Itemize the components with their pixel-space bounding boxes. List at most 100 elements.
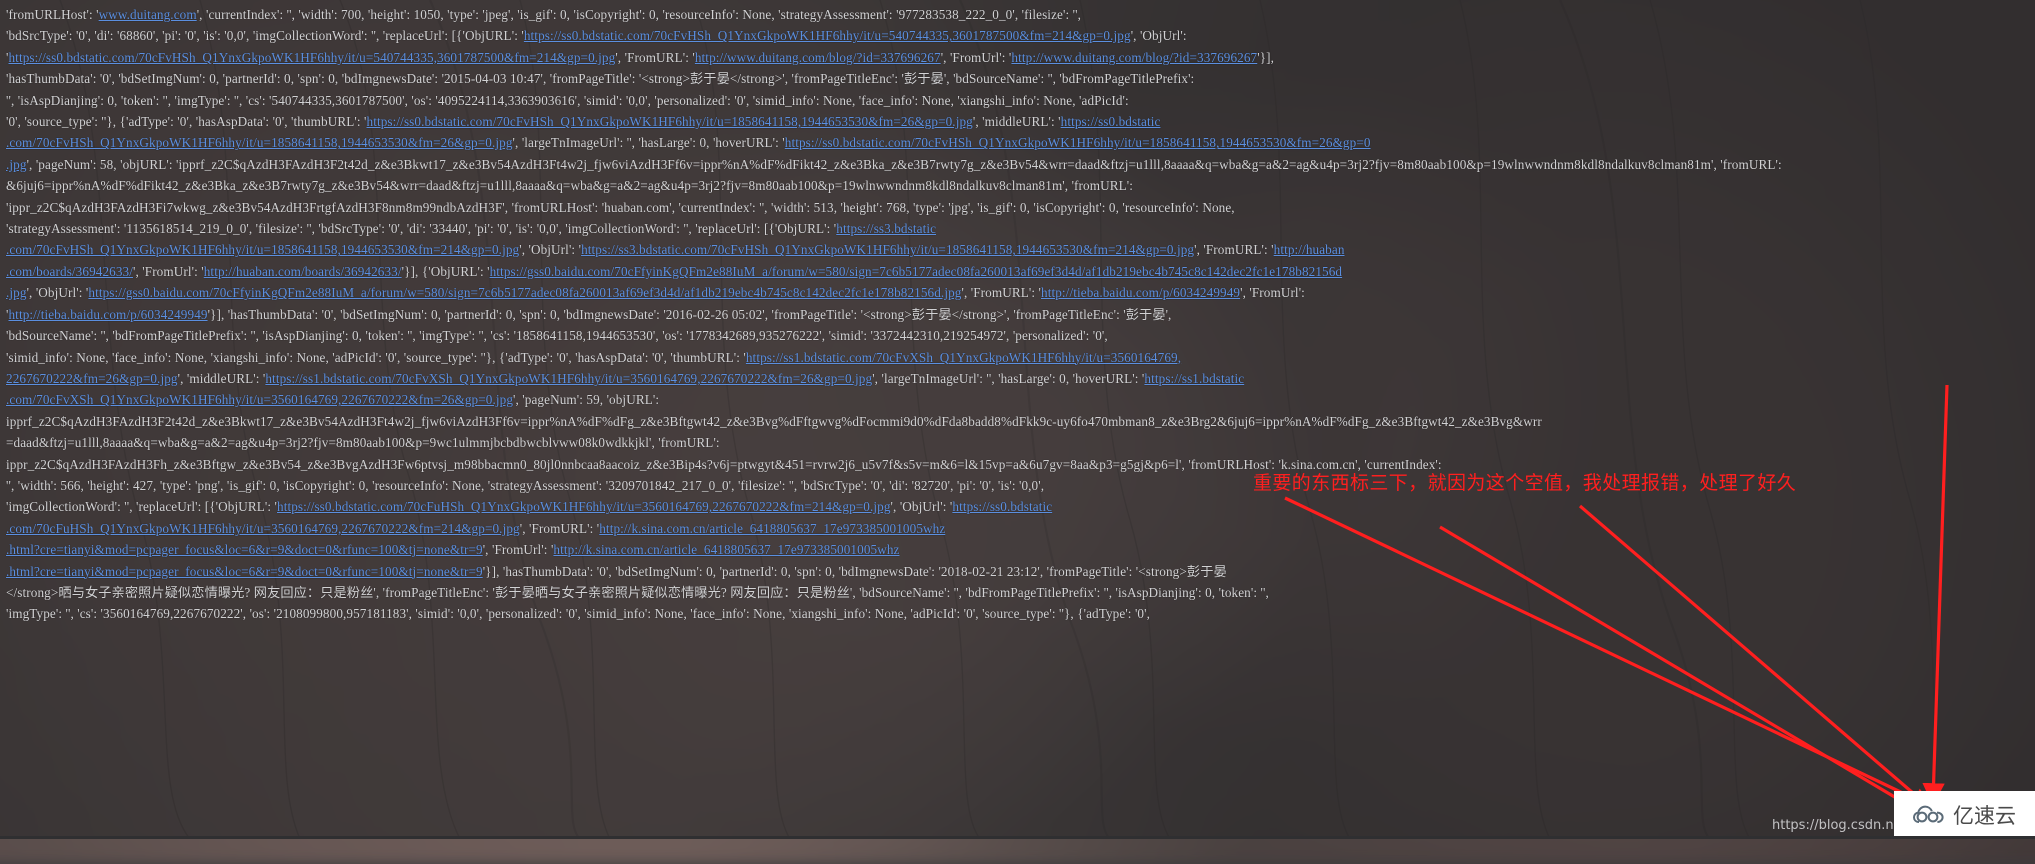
url-link[interactable]: http://k.sina.com.cn/article_6418805637_…: [599, 521, 945, 536]
console-text-run: &6juj6=ippr%nA%dF%dFikt42_z&e3Bka_z&e3B7…: [6, 178, 1133, 194]
url-link[interactable]: https://gss0.baidu.com/70cFfyinKgQFm2e88…: [88, 285, 961, 300]
console-line: 'ippr_z2C$qAzdH3FAzdH3Fi7wkwg_z&e3Bv54Az…: [6, 197, 2029, 218]
url-link[interactable]: .jpg: [6, 285, 27, 300]
console-text-run: ipprf_z2C$qAzdH3FAzdH3F2t42d_z&e3Bkwt17_…: [6, 413, 1542, 429]
console-line: 'bdSourceName': '', 'bdFromPageTitlePref…: [6, 325, 2029, 346]
url-link[interactable]: .com/70cFuHSh_Q1YnxGkpoWK1HF6hhy/it/u=35…: [6, 521, 520, 536]
url-link[interactable]: https://ss0.bdstatic.com/70cFvHSh_Q1YnxG…: [785, 135, 1371, 150]
console-line: '0', 'source_type': ''}, {'adType': '0',…: [6, 111, 2029, 132]
console-line: 'bdSrcType': '0', 'di': '68860', 'pi': '…: [6, 25, 2029, 46]
console-text-run: ', 'pageNum': 59, 'objURL':: [513, 392, 660, 408]
console-line: 'imgType': '', 'cs': '3560164769,2267670…: [6, 603, 2029, 624]
console-text-run: '}], 'hasThumbData': '0', 'bdSetImgNum':…: [207, 306, 1172, 322]
console-line: .com/70cFvHSh_Q1YnxGkpoWK1HF6hhy/it/u=18…: [6, 132, 2029, 153]
console-line: .com/70cFvHSh_Q1YnxGkpoWK1HF6hhy/it/u=18…: [6, 239, 2029, 260]
url-link[interactable]: http://k.sina.com.cn/article_6418805637_…: [553, 542, 899, 557]
url-link[interactable]: http://www.duitang.com/blog/?id=33769626…: [695, 50, 941, 65]
url-link[interactable]: www.duitang.com: [99, 7, 197, 22]
url-link[interactable]: .jpg: [6, 157, 27, 172]
url-link[interactable]: .com/boards/36942633/: [6, 264, 133, 279]
console-text-run: 'bdSrcType': '0', 'di': '68860', 'pi': '…: [6, 28, 524, 44]
console-line: 'strategyAssessment': '1135618514_219_0_…: [6, 218, 2029, 239]
console-text-run: 'hasThumbData': '0', 'bdSetImgNum': 0, '…: [6, 71, 1195, 87]
console-text-run: 'bdSourceName': '', 'bdFromPageTitlePref…: [6, 328, 1108, 344]
console-line: 'imgCollectionWord': '', 'replaceUrl': […: [6, 496, 2029, 517]
console-line: '', 'isAspDianjing': 0, 'token': '', 'im…: [6, 90, 2029, 111]
console-text-run: ', 'largeTnImageUrl': '', 'hasLarge': 0,…: [512, 135, 785, 151]
console-text-run: 'strategyAssessment': '1135618514_219_0_…: [6, 221, 837, 237]
console-line: .com/70cFuHSh_Q1YnxGkpoWK1HF6hhy/it/u=35…: [6, 518, 2029, 539]
console-text-run: =daad&ftzj=u1lll,8aaaa&q=wba&g=a&2=ag&u4…: [6, 435, 720, 451]
url-link[interactable]: https://ss0.bdstatic.com/70cFuHSh_Q1YnxG…: [277, 499, 891, 514]
console-line: 'http://tieba.baidu.com/p/6034249949'}],…: [6, 304, 2029, 325]
console-text-run: 'ippr_z2C$qAzdH3FAzdH3Fi7wkwg_z&e3Bv54Az…: [6, 199, 1235, 215]
console-text-run: '', 'width': 566, 'height': 427, 'type':…: [6, 477, 1045, 493]
url-link[interactable]: https://ss0.bdstatic: [1061, 114, 1161, 129]
console-text-run: '}],: [1257, 49, 1275, 65]
console-text-run: 'imgCollectionWord': '', 'replaceUrl': […: [6, 499, 278, 515]
console-text-run: ippr_z2C$qAzdH3FAzdH3Fh_z&e3Bftgw_z&e3Bv…: [6, 456, 1442, 472]
console-text-run: '}], 'hasThumbData': '0', 'bdSetImgNum':…: [482, 563, 1227, 579]
annotation-note-text: 重要的东西标三下，就因为这个空值，我处理报错，处理了好久: [1253, 472, 1797, 494]
url-link[interactable]: https://ss1.bdstatic.com/70cFvXSh_Q1YnxG…: [265, 371, 872, 386]
console-text-run: '0', 'source_type': ''}, {'adType': '0',…: [6, 114, 367, 130]
console-text-run: ', 'middleURL': ': [972, 114, 1061, 130]
url-link[interactable]: .com/70cFvHSh_Q1YnxGkpoWK1HF6hhy/it/u=18…: [6, 135, 513, 150]
console-text-run: ', 'FromUrl':: [1240, 285, 1305, 301]
console-line: 'hasThumbData': '0', 'bdSetImgNum': 0, '…: [6, 68, 2029, 89]
url-link[interactable]: http://huaban: [1274, 242, 1345, 257]
url-link[interactable]: https://ss1.bdstatic: [1144, 371, 1244, 386]
url-link[interactable]: https://ss0.bdstatic.com/70cFvHSh_Q1YnxG…: [524, 28, 1131, 43]
site-logo-badge[interactable]: 亿速云: [1894, 791, 2035, 839]
console-text-run: ', 'middleURL': ': [177, 370, 266, 386]
url-link[interactable]: https://ss3.bdstatic: [836, 221, 936, 236]
console-line: </strong>晒与女子亲密照片疑似恋情曝光? 网友回应：只是粉丝', 'fr…: [6, 582, 2029, 603]
url-link[interactable]: https://ss0.bdstatic.com/70cFvHSh_Q1YnxG…: [8, 50, 615, 65]
console-text-run: ', 'FromURL': ': [1194, 242, 1274, 258]
console-text-run: ', 'FromUrl': ': [940, 49, 1012, 65]
console-text-run: '}], {'ObjURL': ': [401, 263, 490, 279]
url-link[interactable]: 2267670222&fm=26&gp=0.jpg: [6, 371, 178, 386]
url-link[interactable]: https://gss0.baidu.com/70cFfyinKgQFm2e88…: [490, 264, 1343, 279]
console-text-run: ', 'FromUrl': ': [482, 542, 554, 558]
console-line: .html?cre=tianyi&mod=pcpager_focus&loc=6…: [6, 539, 2029, 560]
url-link[interactable]: https://ss0.bdstatic: [952, 499, 1052, 514]
console-text-run: ', 'FromURL': ': [519, 520, 600, 536]
url-link[interactable]: .com/70cFvXSh_Q1YnxGkpoWK1HF6hhy/it/u=35…: [6, 392, 513, 407]
url-link[interactable]: http://huaban.com/boards/36942633/: [204, 264, 402, 279]
console-text-run: ', 'ObjUrl': ': [890, 499, 953, 515]
console-line: &6juj6=ippr%nA%dF%dFikt42_z&e3Bka_z&e3B7…: [6, 175, 2029, 196]
console-line: .html?cre=tianyi&mod=pcpager_focus&loc=6…: [6, 561, 2029, 582]
console-text-run: ', 'ObjUrl': ': [519, 242, 582, 258]
console-line: 'https://ss0.bdstatic.com/70cFvHSh_Q1Ynx…: [6, 47, 2029, 68]
console-line: =daad&ftzj=u1lll,8aaaa&q=wba&g=a&2=ag&u4…: [6, 432, 2029, 453]
url-link[interactable]: http://www.duitang.com/blog/?id=33769626…: [1011, 50, 1257, 65]
url-link[interactable]: https://ss3.bdstatic.com/70cFvHSh_Q1YnxG…: [581, 242, 1194, 257]
url-link[interactable]: https://ss1.bdstatic.com/70cFvXSh_Q1YnxG…: [746, 350, 1181, 365]
url-link[interactable]: .html?cre=tianyi&mod=pcpager_focus&loc=6…: [6, 564, 483, 579]
console-text-run: ', 'FromURL': ': [961, 285, 1041, 301]
console-line: .com/70cFvXSh_Q1YnxGkpoWK1HF6hhy/it/u=35…: [6, 389, 2029, 410]
console-text-run: 'fromURLHost': ': [6, 7, 99, 22]
cloud-logo-icon: [1913, 805, 1944, 823]
url-link[interactable]: http://tieba.baidu.com/p/6034249949: [8, 307, 207, 322]
console-line: 'fromURLHost': 'www.duitang.com', 'curre…: [6, 4, 2029, 25]
console-line: 'simid_info': None, 'face_info': None, '…: [6, 347, 2029, 368]
url-link[interactable]: http://tieba.baidu.com/p/6034249949: [1041, 285, 1240, 300]
console-text-run: ', 'currentIndex': '', 'width': 700, 'he…: [196, 7, 1081, 22]
console-output-text: 'fromURLHost': 'www.duitang.com', 'curre…: [0, 0, 2035, 839]
console-text-run: ', 'ObjUrl':: [1130, 28, 1187, 44]
console-line: .com/boards/36942633/', 'FromUrl': 'http…: [6, 261, 2029, 282]
url-link[interactable]: .com/70cFvHSh_Q1YnxGkpoWK1HF6hhy/it/u=18…: [6, 242, 519, 257]
url-link[interactable]: .html?cre=tianyi&mod=pcpager_focus&loc=6…: [6, 542, 483, 557]
console-text-run: '', 'isAspDianjing': 0, 'token': '', 'im…: [6, 92, 1129, 108]
console-line: 2267670222&fm=26&gp=0.jpg', 'middleURL':…: [6, 368, 2029, 389]
console-text-run: ', 'largeTnImageUrl': '', 'hasLarge': 0,…: [872, 370, 1145, 386]
console-text-run: 'simid_info': None, 'face_info': None, '…: [6, 349, 746, 365]
url-link[interactable]: https://ss0.bdstatic.com/70cFvHSh_Q1YnxG…: [367, 114, 973, 129]
console-text-run: ', 'pageNum': 58, 'objURL': 'ipprf_z2C$q…: [26, 156, 1782, 172]
console-text-run: ', 'FromURL': ': [615, 49, 695, 65]
console-line: .jpg', 'ObjUrl': 'https://gss0.baidu.com…: [6, 282, 2029, 303]
console-line: ipprf_z2C$qAzdH3FAzdH3F2t42d_z&e3Bkwt17_…: [6, 411, 2029, 432]
console-text-run: ', 'FromUrl': ': [133, 263, 204, 279]
